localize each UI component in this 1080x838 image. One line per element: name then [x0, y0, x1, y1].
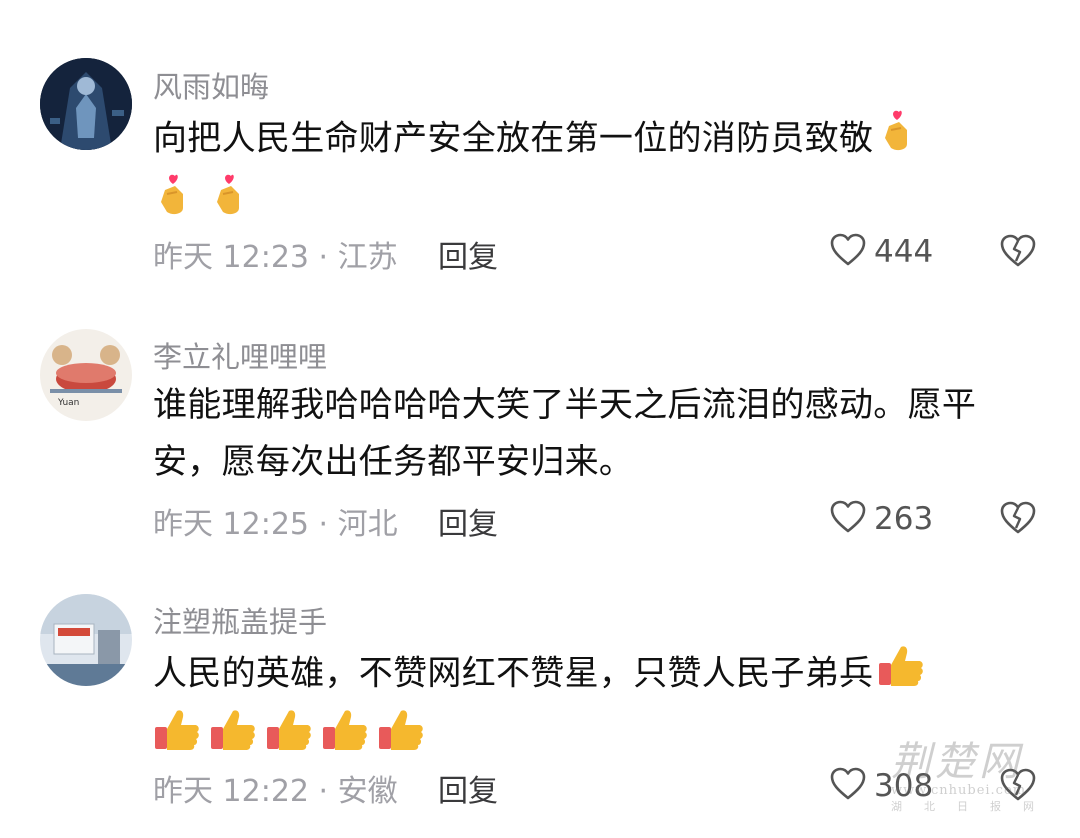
comment-text: 谁能理解我哈哈哈哈大笑了半天之后流泪的感动。愿平安，愿每次出任务都平安归来。: [153, 385, 977, 482]
reply-button[interactable]: 回复: [438, 499, 498, 543]
finger-heart-icon: [877, 108, 919, 172]
broken-heart-icon: [1000, 234, 1036, 267]
dislike-button[interactable]: [1000, 501, 1036, 539]
thumbs-up-icon: [209, 707, 257, 771]
thumbs-up-icon: [877, 643, 925, 707]
like-button[interactable]: 444: [830, 233, 933, 271]
reply-button[interactable]: 回复: [438, 766, 498, 810]
watermark-title: 荆楚网: [891, 739, 1023, 785]
heart-outline-icon: [830, 767, 866, 805]
like-button[interactable]: 263: [830, 500, 933, 538]
comment-text: 向把人民生命财产安全放在第一位的消防员致敬: [153, 108, 1033, 236]
watermark-url: www.cnhubei.com: [891, 783, 1027, 798]
broken-heart-icon: [1000, 501, 1036, 534]
comment-body: 人民的英雄，不赞网红不赞星，只赞人民子弟兵: [153, 653, 874, 694]
thumbs-up-icon: [265, 707, 313, 771]
thumbs-up-icon: [153, 707, 201, 771]
dislike-button[interactable]: [1000, 234, 1036, 272]
like-count: 263: [874, 501, 934, 537]
heart-outline-icon: [830, 500, 866, 538]
watermark-tagline: 湖北日报网: [891, 800, 1056, 813]
comment-time-location: 昨天 12:22 · 安徽: [153, 774, 398, 809]
username[interactable]: 风雨如晦: [153, 64, 269, 106]
comment-time-location: 昨天 12:25 · 河北: [153, 507, 398, 542]
avatar[interactable]: [40, 58, 132, 150]
username[interactable]: 注塑瓶盖提手: [153, 599, 327, 641]
avatar[interactable]: [40, 594, 132, 686]
avatar[interactable]: Yuan: [40, 329, 132, 421]
finger-heart-icon: [153, 172, 195, 236]
finger-heart-icon: [209, 172, 251, 236]
comment-time-location: 昨天 12:23 · 江苏: [153, 240, 398, 275]
svg-text:Yuan: Yuan: [57, 398, 79, 408]
username[interactable]: 李立礼哩哩哩: [153, 334, 327, 376]
thumbs-up-icon: [377, 707, 425, 771]
watermark-logo: 荆楚网 www.cnhubei.com 湖北日报网: [891, 729, 1056, 814]
like-count: 444: [874, 234, 934, 270]
comment-body: 向把人民生命财产安全放在第一位的消防员致敬: [153, 118, 874, 159]
reply-button[interactable]: 回复: [438, 232, 498, 276]
heart-outline-icon: [830, 233, 866, 271]
thumbs-up-icon: [321, 707, 369, 771]
